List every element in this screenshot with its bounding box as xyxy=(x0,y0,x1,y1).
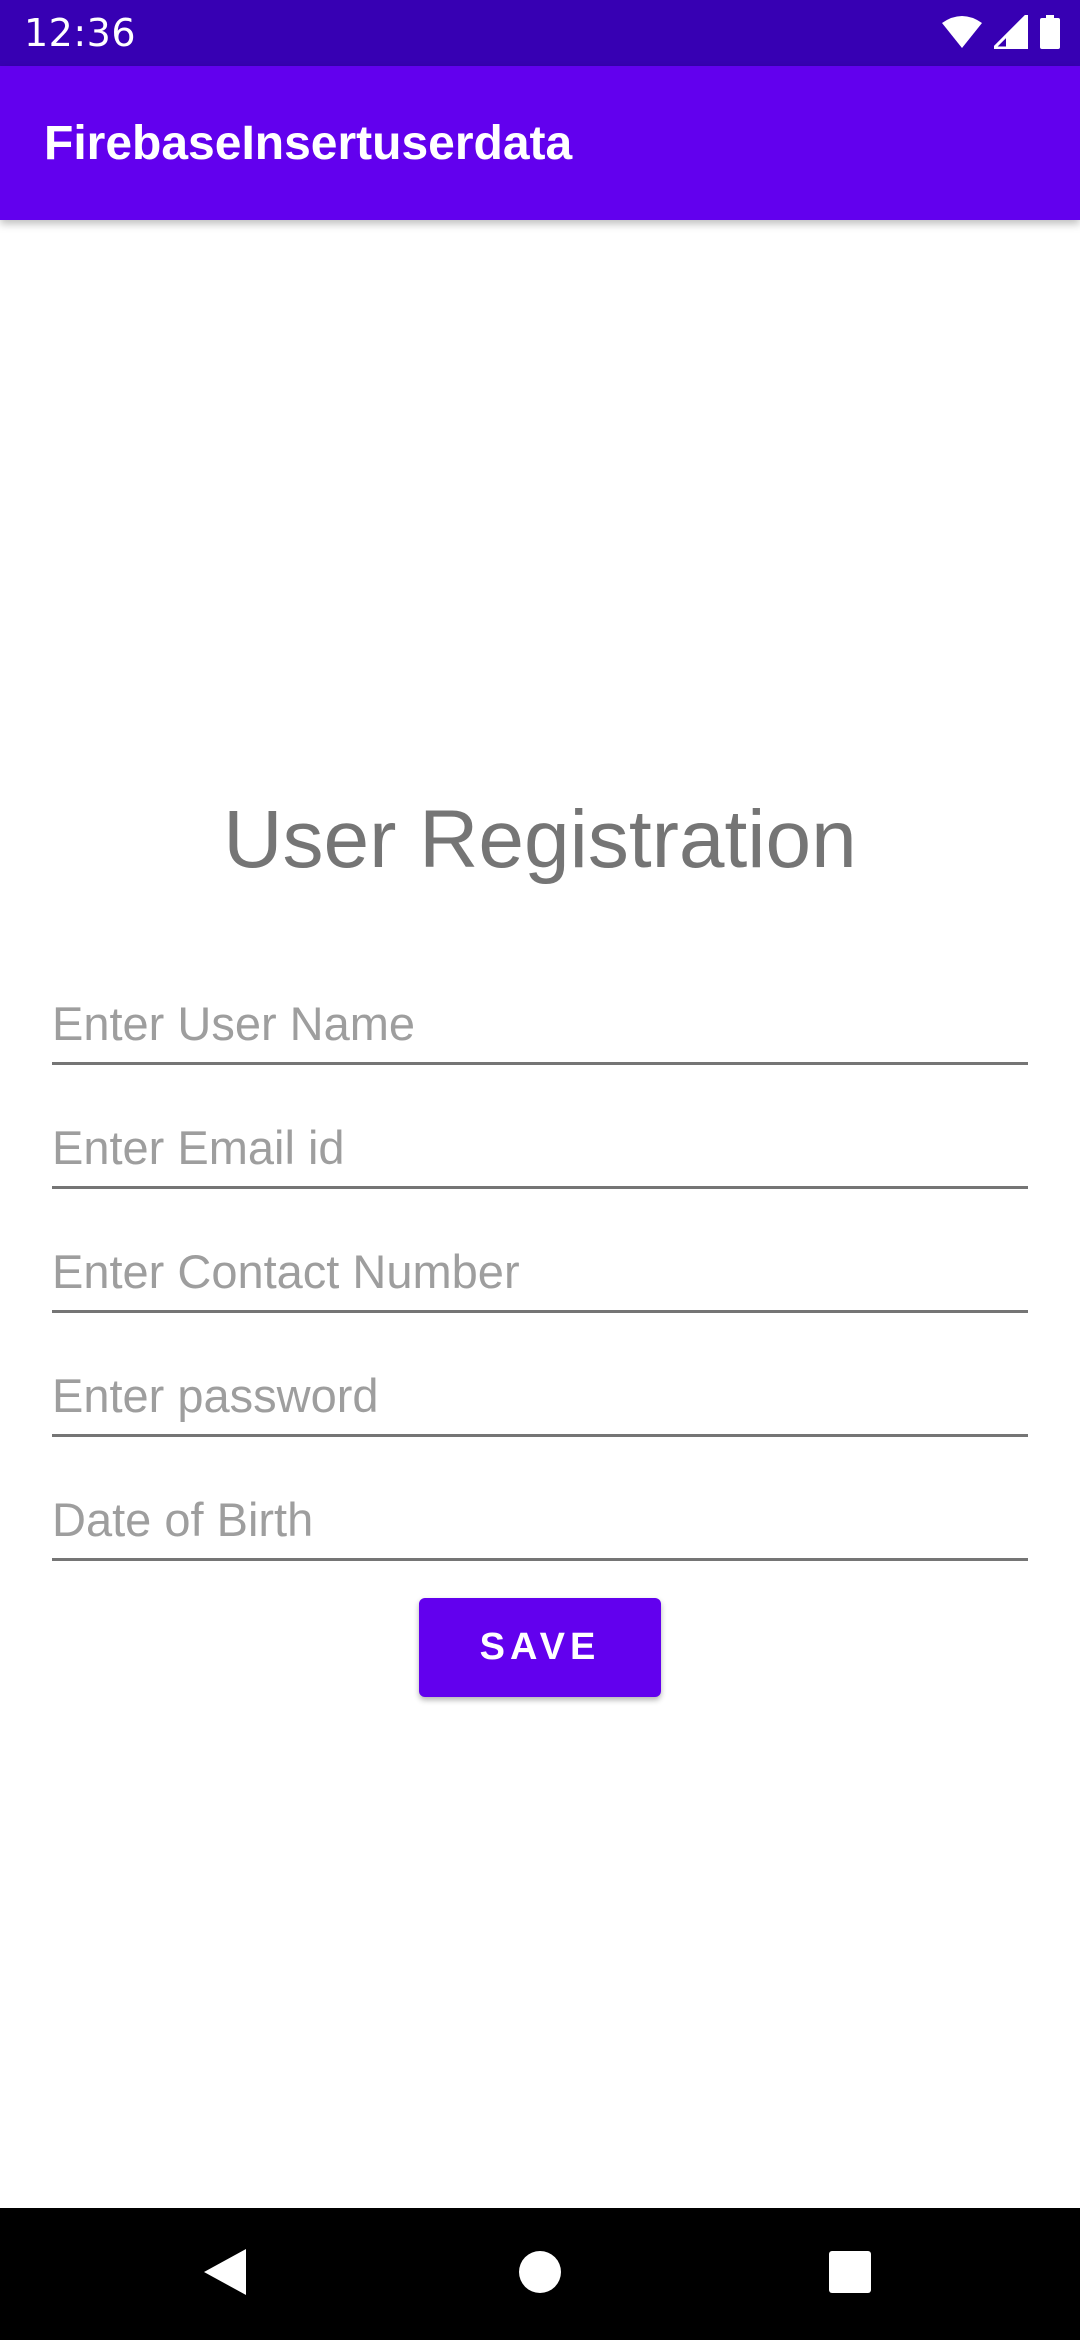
date-of-birth-input[interactable] xyxy=(52,1490,1028,1550)
save-button[interactable]: SAVE xyxy=(419,1598,661,1697)
home-icon xyxy=(518,2250,562,2298)
recents-icon xyxy=(829,2251,871,2297)
recents-button[interactable] xyxy=(770,2208,930,2340)
status-bar: 12:36 xyxy=(0,0,1080,66)
email-input[interactable] xyxy=(52,1118,1028,1178)
user-name-input[interactable] xyxy=(52,994,1028,1054)
page-title: User Registration xyxy=(223,794,857,885)
app-title: FirebaseInsertuserdata xyxy=(44,117,573,170)
navigation-bar xyxy=(0,2208,1080,2340)
email-field xyxy=(52,1102,1028,1189)
cellular-signal-icon xyxy=(990,11,1029,53)
app-bar: FirebaseInsertuserdata xyxy=(0,66,1080,220)
back-button[interactable] xyxy=(145,2208,305,2340)
password-field xyxy=(52,1350,1028,1437)
status-icons xyxy=(942,11,1060,54)
user-name-field xyxy=(52,978,1028,1065)
contact-number-field xyxy=(52,1226,1028,1313)
status-time: 12:36 xyxy=(24,11,137,55)
battery-icon xyxy=(1040,15,1060,53)
home-button[interactable] xyxy=(460,2208,620,2340)
contact-number-input[interactable] xyxy=(52,1242,1028,1302)
wifi-icon xyxy=(942,15,982,53)
date-of-birth-field xyxy=(52,1474,1028,1561)
password-input[interactable] xyxy=(52,1366,1028,1426)
back-icon xyxy=(204,2249,246,2299)
